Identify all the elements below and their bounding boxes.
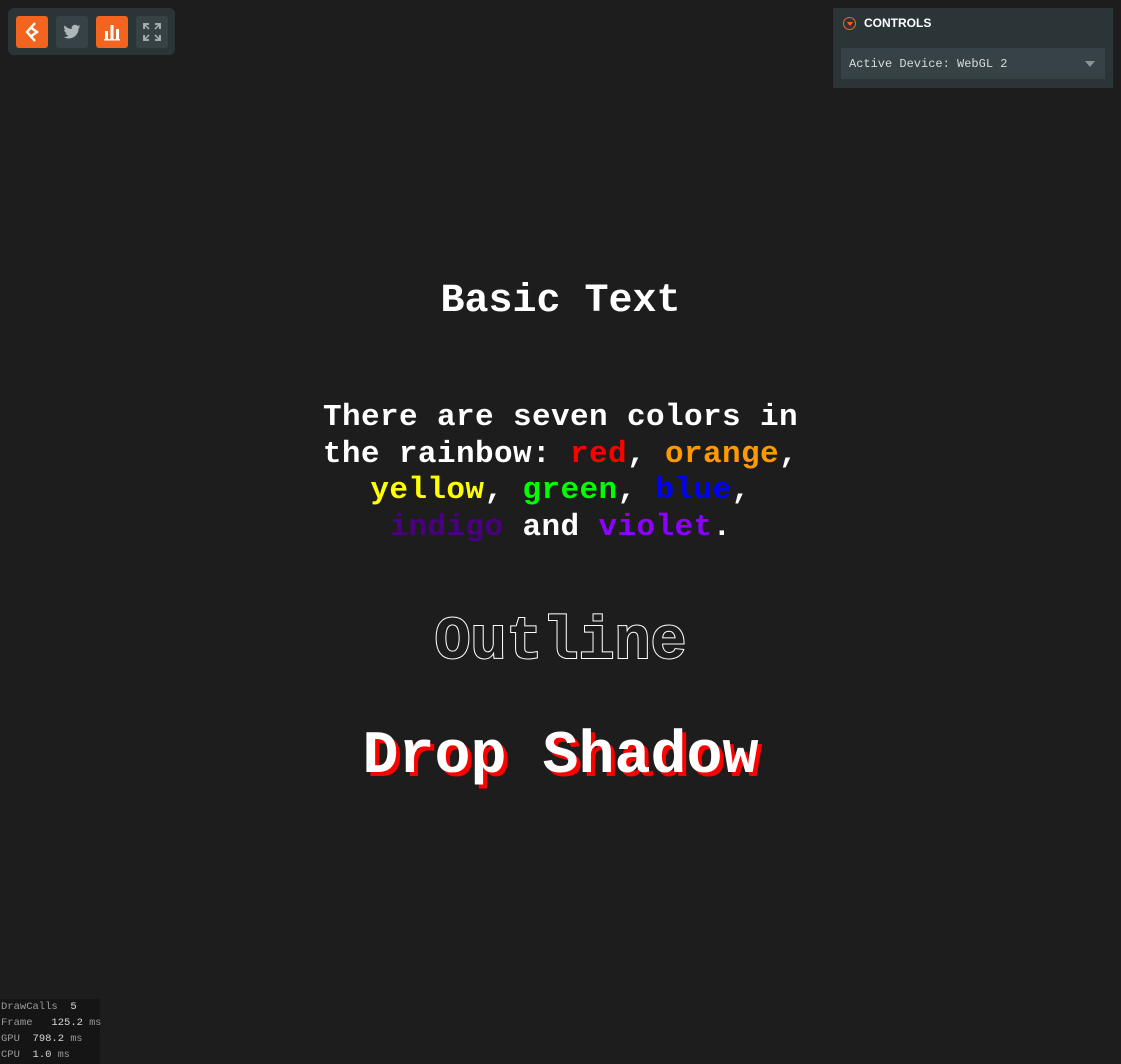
fullscreen-button[interactable] <box>136 15 168 48</box>
paragraph-line-1: There are seven colors in <box>322 400 799 435</box>
stats-toggle-button[interactable] <box>96 15 128 48</box>
stats-panel: DrawCalls 5 Frame 125.2 ms GPU 798.2 ms … <box>0 999 102 1064</box>
stat-cpu: CPU 1.0 ms <box>0 1047 100 1063</box>
stat-value: 798.2 <box>32 1033 65 1045</box>
stat-value: 125.2 <box>51 1017 83 1029</box>
stat-unit: ms <box>89 1018 102 1029</box>
stat-unit: ms <box>70 1034 83 1045</box>
stat-frame: Frame 125.2 ms <box>0 1015 102 1031</box>
stat-value: 1.0 <box>32 1049 52 1061</box>
stat-label: GPU <box>1 1033 20 1045</box>
comma-text: , <box>484 473 504 508</box>
and-text: and <box>503 509 599 545</box>
chevron-down-icon <box>1085 61 1095 67</box>
paragraph-line-3: yellow, green, blue, <box>0 473 1121 510</box>
playcanvas-logo-button[interactable] <box>16 15 48 48</box>
outline-text: Outline <box>433 608 687 678</box>
rainbow-prefix-text: the rainbow: <box>322 436 570 472</box>
controls-panel: CONTROLS Active Device: WebGL 2 <box>833 8 1113 88</box>
comma-text: , <box>779 436 799 472</box>
comma-text: , <box>626 436 646 472</box>
active-device-value: Active Device: WebGL 2 <box>849 56 1008 71</box>
stat-label: DrawCalls <box>1 1001 58 1013</box>
paragraph-line-4: indigo and violet. <box>0 510 1121 547</box>
twitter-share-button[interactable] <box>56 15 88 48</box>
controls-title: CONTROLS <box>864 16 932 30</box>
stat-unit: ms <box>57 1050 70 1061</box>
rainbow-paragraph: There are seven colors in the rainbow: r… <box>0 400 1121 546</box>
twitter-icon <box>63 24 81 38</box>
color-word-green: green <box>522 473 618 508</box>
collapse-chevron-icon[interactable] <box>843 16 856 30</box>
top-toolbar <box>8 8 175 55</box>
basic-text-title: Basic Text <box>440 279 681 324</box>
comma-text: , <box>731 473 751 508</box>
stats-bar-chart-icon <box>104 24 120 40</box>
playcanvas-logo-icon <box>25 21 40 42</box>
color-word-violet: violet <box>598 509 713 545</box>
paragraph-line-2: the rainbow: red, orange, <box>0 437 1121 474</box>
drop-shadow-text: Drop Shadow <box>362 723 759 791</box>
stat-gpu: GPU 798.2 ms <box>0 1031 100 1047</box>
active-device-select[interactable]: Active Device: WebGL 2 <box>841 48 1105 79</box>
color-word-yellow: yellow <box>370 473 485 508</box>
stat-drawcalls: DrawCalls 5 <box>0 999 100 1015</box>
stat-value: 5 <box>70 1001 77 1013</box>
color-word-orange: orange <box>665 436 780 472</box>
stat-label: CPU <box>1 1049 20 1061</box>
comma-text: , <box>617 473 637 508</box>
color-word-indigo: indigo <box>389 509 504 545</box>
color-word-red: red <box>569 436 627 472</box>
controls-header[interactable]: CONTROLS <box>833 8 1113 38</box>
period-text: . <box>712 509 732 545</box>
stat-label: Frame <box>1 1017 33 1029</box>
color-word-blue: blue <box>655 473 732 508</box>
app-stage: CONTROLS Active Device: WebGL 2 Basic Te… <box>0 0 1121 1064</box>
fullscreen-icon <box>143 22 161 41</box>
